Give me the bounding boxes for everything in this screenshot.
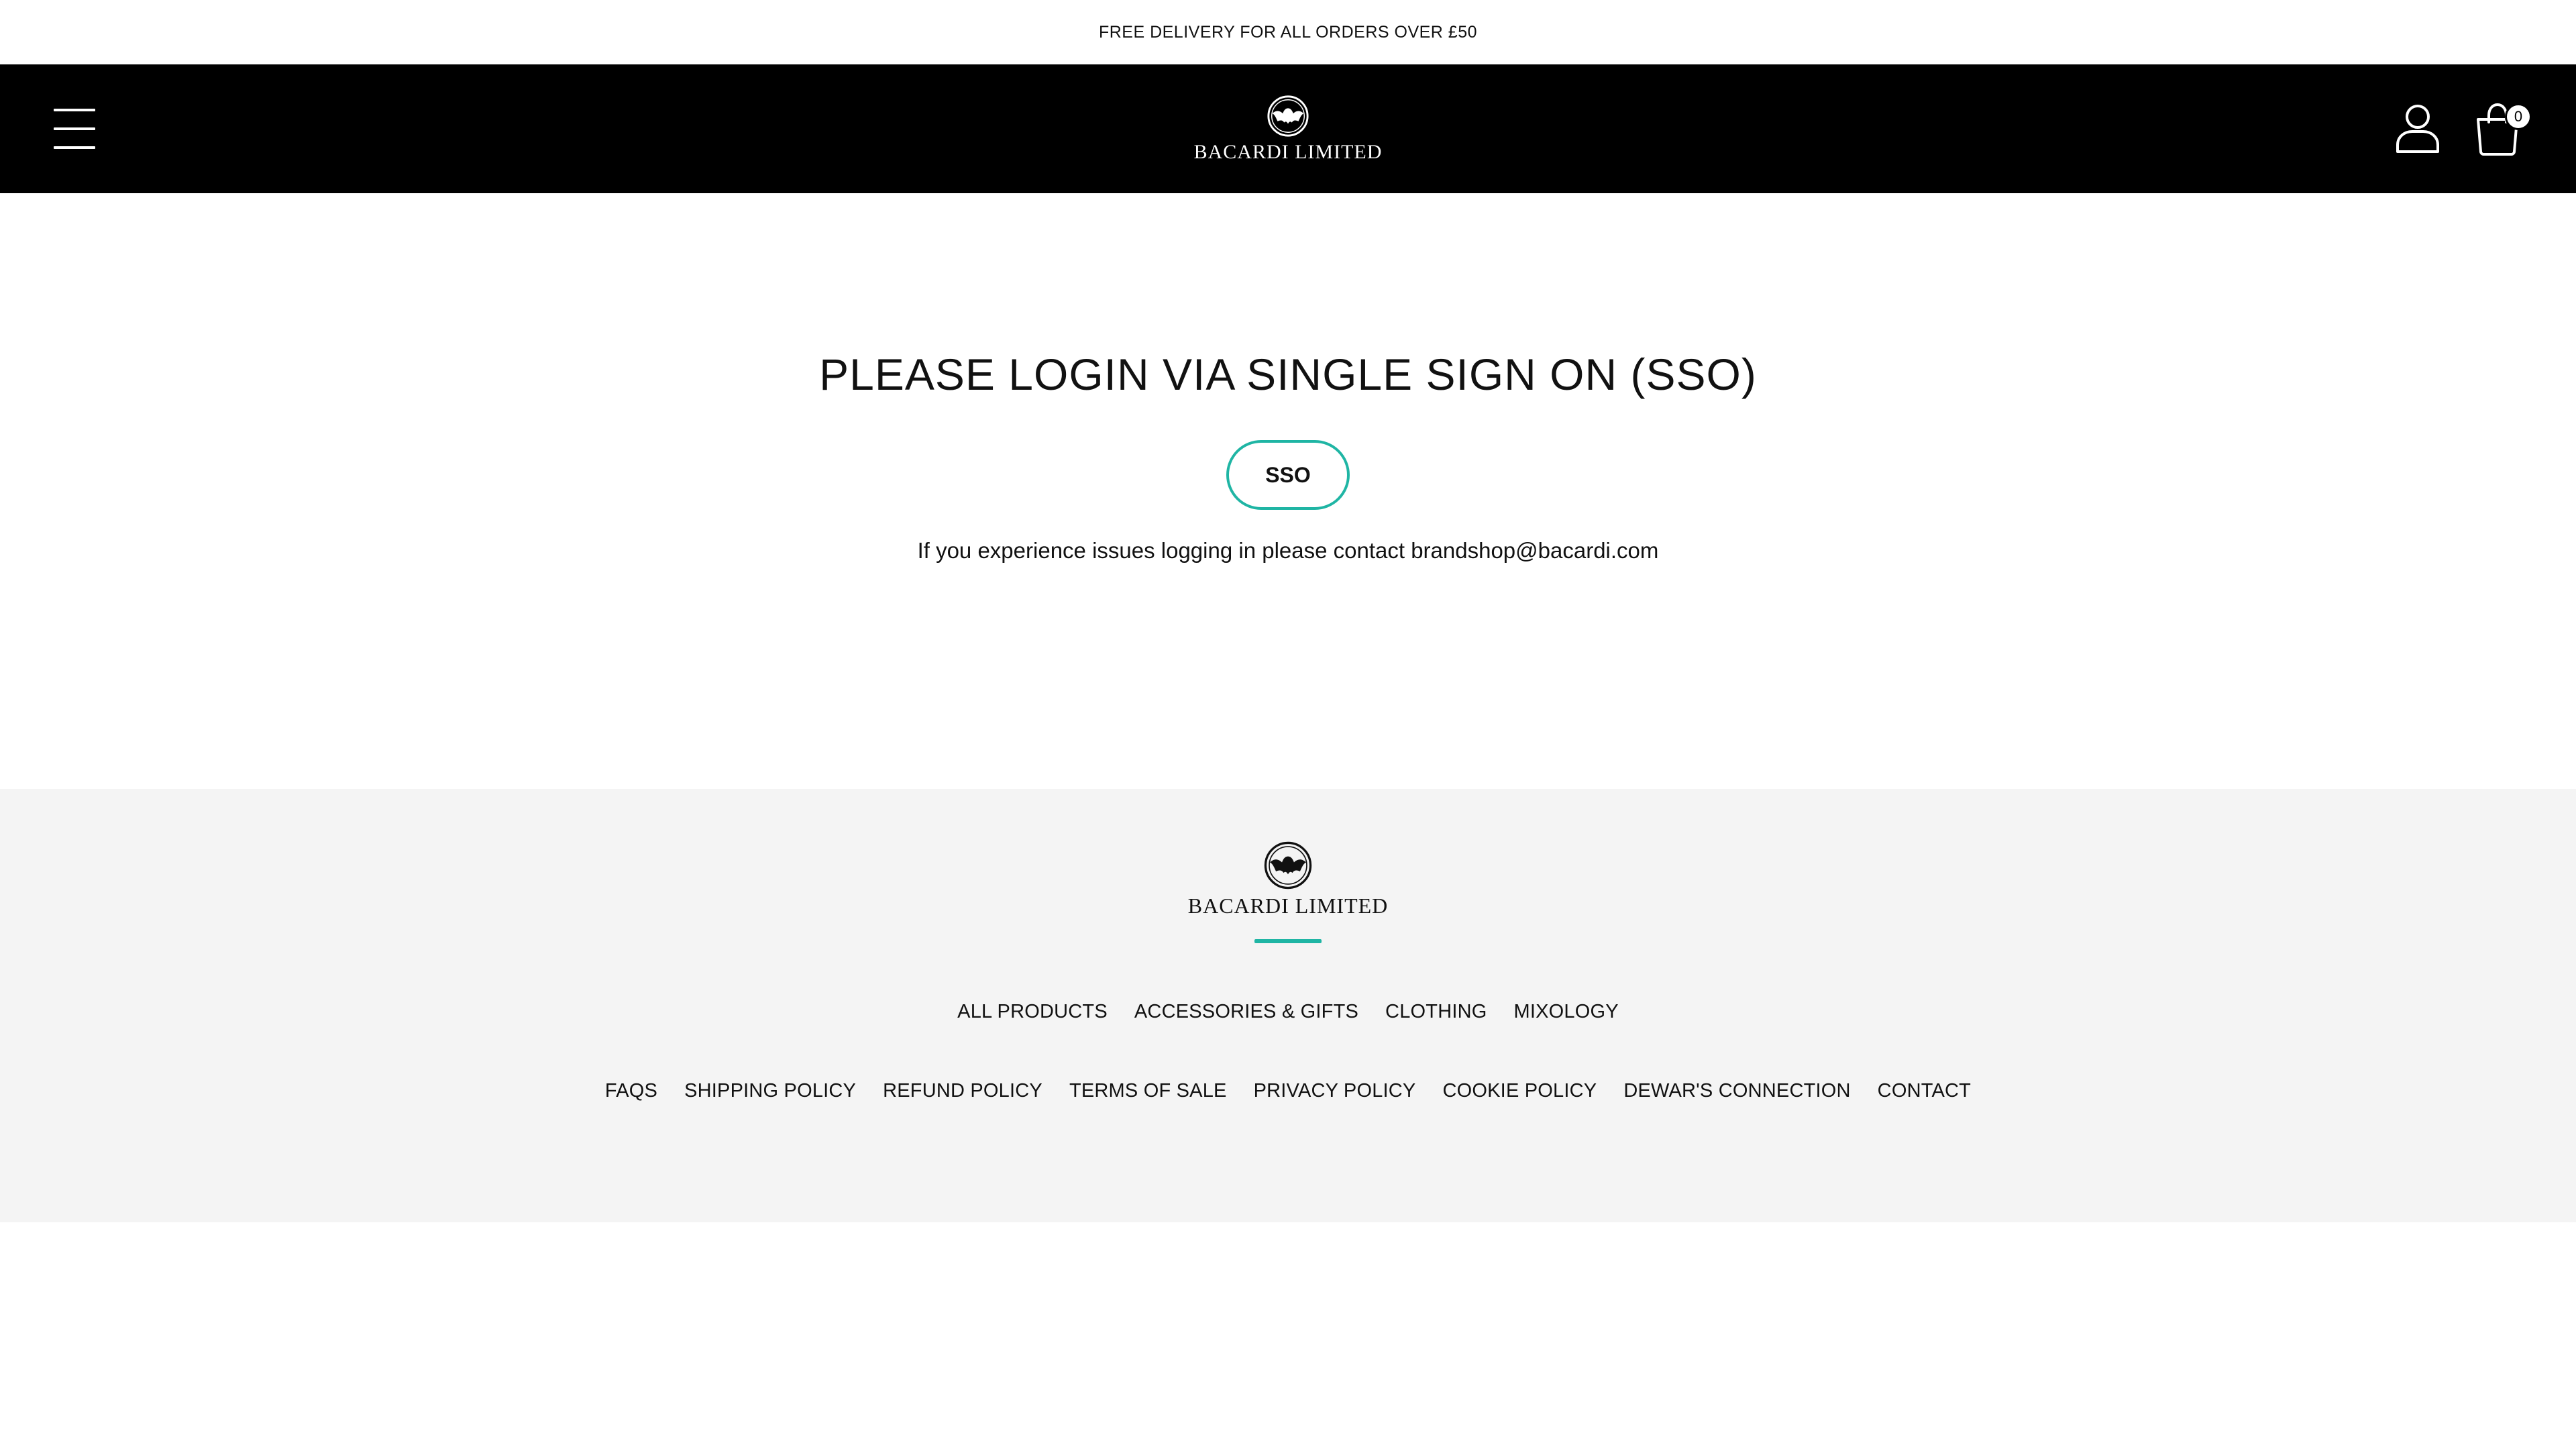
bat-emblem-icon xyxy=(1264,841,1312,890)
menu-button[interactable] xyxy=(54,109,101,149)
hamburger-menu-icon-line xyxy=(54,127,95,130)
footer-link-clothing[interactable]: CLOTHING xyxy=(1385,1001,1487,1023)
cart-count-badge: 0 xyxy=(2505,103,2532,130)
footer-link-terms-of-sale[interactable]: TERMS OF SALE xyxy=(1069,1080,1227,1102)
footer-link-faqs[interactable]: FAQS xyxy=(605,1080,657,1102)
footer-secondary-nav: FAQS SHIPPING POLICY REFUND POLICY TERMS… xyxy=(0,1080,2576,1102)
page-title: PLEASE LOGIN VIA SINGLE SIGN ON (SSO) xyxy=(819,350,1757,399)
cart-button[interactable]: 0 xyxy=(2474,102,2532,156)
site-footer: BACARDI LIMITED ALL PRODUCTS ACCESSORIES… xyxy=(0,789,2576,1222)
footer-link-shipping-policy[interactable]: SHIPPING POLICY xyxy=(684,1080,856,1102)
announcement-text: FREE DELIVERY FOR ALL ORDERS OVER £50 xyxy=(1098,22,1478,42)
user-icon xyxy=(2396,105,2439,153)
bat-emblem-icon xyxy=(1267,95,1309,137)
footer-link-all-products[interactable]: ALL PRODUCTS xyxy=(957,1001,1108,1023)
footer-link-mixology[interactable]: MIXOLOGY xyxy=(1514,1001,1619,1023)
hamburger-menu-icon xyxy=(54,109,95,111)
footer-link-privacy-policy[interactable]: PRIVACY POLICY xyxy=(1254,1080,1416,1102)
hamburger-menu-icon-line xyxy=(54,146,95,149)
header-logo-text: BACARDI LIMITED xyxy=(1193,141,1383,163)
footer-link-cookie-policy[interactable]: COOKIE POLICY xyxy=(1442,1080,1597,1102)
footer-logo-text: BACARDI LIMITED xyxy=(1187,894,1389,918)
footer-link-contact[interactable]: CONTACT xyxy=(1878,1080,1971,1102)
announcement-bar: FREE DELIVERY FOR ALL ORDERS OVER £50 xyxy=(0,0,2576,64)
footer-link-dewars-connection[interactable]: DEWAR'S CONNECTION xyxy=(1623,1080,1850,1102)
footer-logo[interactable]: BACARDI LIMITED xyxy=(1181,840,1395,920)
login-section: PLEASE LOGIN VIA SINGLE SIGN ON (SSO) SS… xyxy=(0,193,2576,789)
site-header: BACARDI LIMITED 0 xyxy=(0,64,2576,193)
account-button[interactable] xyxy=(2394,103,2442,154)
footer-link-refund-policy[interactable]: REFUND POLICY xyxy=(883,1080,1042,1102)
footer-primary-nav: ALL PRODUCTS ACCESSORIES & GIFTS CLOTHIN… xyxy=(0,1001,2576,1023)
footer-link-accessories-gifts[interactable]: ACCESSORIES & GIFTS xyxy=(1134,1001,1358,1023)
header-logo[interactable]: BACARDI LIMITED xyxy=(1194,94,1382,164)
sso-button[interactable]: SSO xyxy=(1226,440,1350,510)
page-bottom-space xyxy=(0,1222,2576,1449)
footer-accent-divider xyxy=(1254,939,1322,943)
help-text: If you experience issues logging in plea… xyxy=(917,538,1659,563)
